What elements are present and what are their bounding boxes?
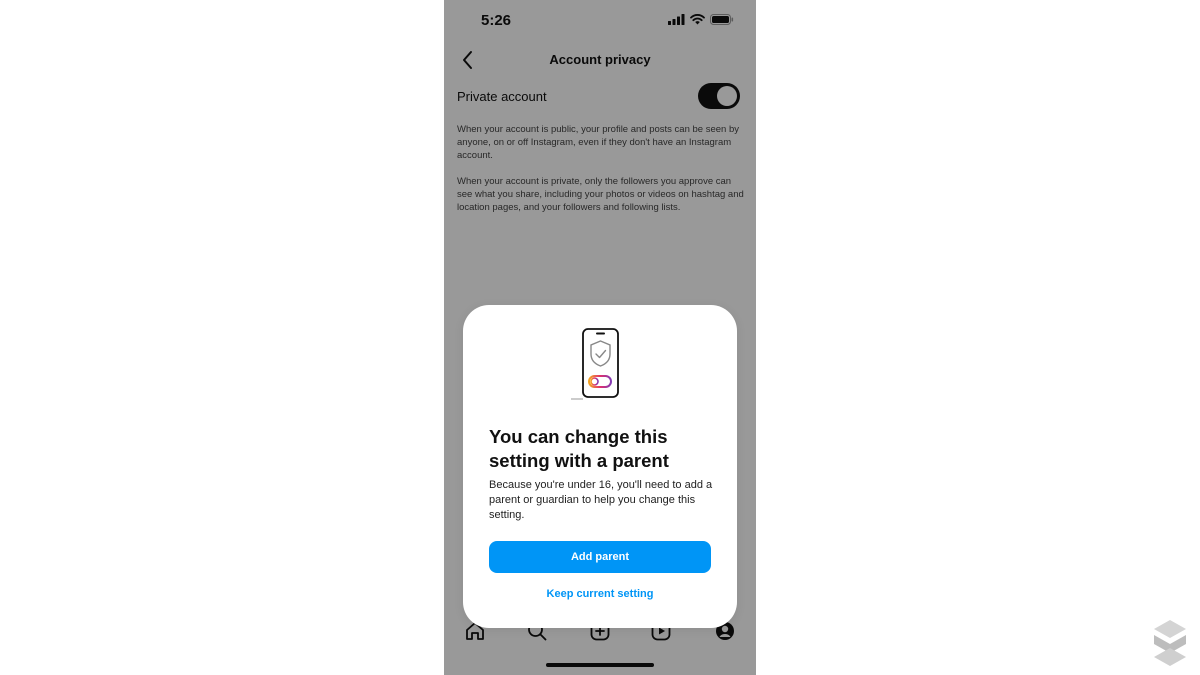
add-parent-button[interactable]: Add parent — [489, 541, 711, 573]
brand-logo — [1154, 620, 1186, 666]
dialog-body: Because you're under 16, you'll need to … — [489, 479, 713, 521]
parent-required-dialog: You can change this setting with a paren… — [463, 305, 737, 628]
phone-shield-illustration — [571, 328, 619, 400]
keep-current-setting-button[interactable]: Keep current setting — [489, 588, 711, 600]
dialog-title: You can change this setting with a paren… — [489, 426, 669, 471]
